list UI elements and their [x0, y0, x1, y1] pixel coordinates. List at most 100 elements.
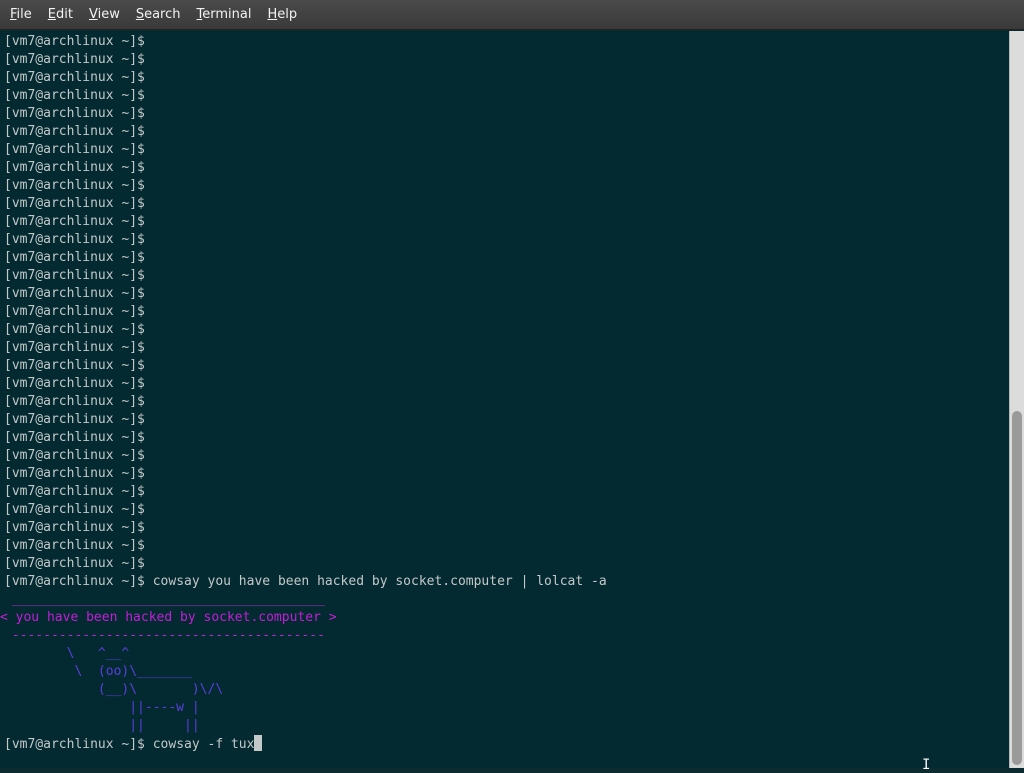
- mouse-ibeam-cursor-icon: I: [922, 757, 931, 773]
- shell-prompt: [vm7@archlinux ~]$: [4, 34, 145, 49]
- shell-prompt: [vm7@archlinux ~]$: [4, 142, 145, 157]
- menu-mnemonic: S: [135, 6, 145, 22]
- shell-prompt: [vm7@archlinux ~]$: [4, 214, 145, 229]
- terminal-line: [vm7@archlinux ~]$: [4, 285, 607, 303]
- shell-prompt: [vm7@archlinux ~]$: [4, 376, 145, 391]
- terminal-output: [vm7@archlinux ~]$ [vm7@archlinux ~]$ [vm7…: [0, 33, 607, 753]
- cow-ascii-art: || ||: [4, 718, 200, 733]
- terminal-line: [vm7@archlinux ~]$: [4, 123, 607, 141]
- menu-label: elp: [277, 6, 298, 22]
- menu-file[interactable]: File: [2, 0, 40, 30]
- menu-label: earch: [144, 6, 181, 22]
- shell-prompt: [vm7@archlinux ~]$: [4, 232, 145, 247]
- shell-prompt: [vm7@archlinux ~]$: [4, 340, 145, 355]
- scrollbar-thumb[interactable]: [1012, 411, 1022, 765]
- terminal-line: [vm7@archlinux ~]$: [4, 393, 607, 411]
- terminal-line: [vm7@archlinux ~]$: [4, 51, 607, 69]
- command-input-text: cowsay -f tux: [144, 737, 255, 752]
- menu-mnemonic: V: [88, 6, 98, 22]
- cow-ascii-art: ||----w |: [4, 700, 200, 715]
- shell-prompt: [vm7@archlinux ~]$: [4, 394, 145, 409]
- terminal-cursor: [254, 735, 263, 751]
- shell-prompt: [vm7@archlinux ~]$: [4, 737, 145, 752]
- cow-ascii-art: \ ^__^: [4, 646, 130, 661]
- shell-prompt: [vm7@archlinux ~]$: [4, 196, 145, 211]
- terminal-line: [vm7@archlinux ~]$: [4, 195, 607, 213]
- menu-help[interactable]: Help: [259, 0, 305, 30]
- terminal-view[interactable]: [vm7@archlinux ~]$ [vm7@archlinux ~]$ [vm7…: [0, 31, 1009, 768]
- terminal-line: [vm7@archlinux ~]$: [4, 555, 607, 573]
- shell-prompt: [vm7@archlinux ~]$: [4, 160, 145, 175]
- menu-label: iew: [97, 6, 120, 22]
- speech-bubble-border: ----------------------------------------: [4, 628, 325, 643]
- speech-bubble-border: ________________________________________: [4, 592, 325, 607]
- shell-prompt: [vm7@archlinux ~]$: [4, 178, 145, 193]
- terminal-line: [vm7@archlinux ~]$: [4, 69, 607, 87]
- shell-prompt: [vm7@archlinux ~]$: [4, 286, 145, 301]
- terminal-line: [vm7@archlinux ~]$: [4, 447, 607, 465]
- terminal-line: [vm7@archlinux ~]$: [4, 537, 607, 555]
- menu-search[interactable]: Search: [128, 0, 189, 30]
- terminal-line: [vm7@archlinux ~]$: [4, 267, 607, 285]
- shell-prompt: [vm7@archlinux ~]$: [4, 448, 145, 463]
- terminal-line: [vm7@archlinux ~]$: [4, 483, 607, 501]
- shell-prompt: [vm7@archlinux ~]$: [4, 574, 145, 589]
- terminal-line: [vm7@archlinux ~]$: [4, 375, 607, 393]
- cow-ascii-art: \ (oo)\_______: [4, 664, 192, 679]
- menu-bar: File Edit View Search Terminal Help: [0, 0, 1024, 30]
- terminal-line: [vm7@archlinux ~]$: [4, 357, 607, 375]
- shell-prompt: [vm7@archlinux ~]$: [4, 358, 145, 373]
- terminal-line: [vm7@archlinux ~]$: [4, 87, 607, 105]
- terminal-line: [vm7@archlinux ~]$: [4, 231, 607, 249]
- terminal-line: [vm7@archlinux ~]$: [4, 339, 607, 357]
- shell-prompt: [vm7@archlinux ~]$: [4, 430, 145, 445]
- shell-prompt: [vm7@archlinux ~]$: [4, 70, 145, 85]
- shell-prompt: [vm7@archlinux ~]$: [4, 250, 145, 265]
- shell-prompt: [vm7@archlinux ~]$: [4, 88, 145, 103]
- terminal-line: [vm7@archlinux ~]$: [4, 501, 607, 519]
- command-text: cowsay you have been hacked by socket.co…: [144, 574, 607, 589]
- shell-prompt: [vm7@archlinux ~]$: [4, 124, 145, 139]
- cowsay-top-border: ________________________________________: [4, 591, 607, 609]
- shell-prompt: [vm7@archlinux ~]$: [4, 484, 145, 499]
- menu-mnemonic: H: [267, 6, 278, 22]
- terminal-line: [vm7@archlinux ~]$: [4, 519, 607, 537]
- terminal-line: [vm7@archlinux ~]$: [4, 303, 607, 321]
- menu-label: erminal: [202, 6, 252, 22]
- terminal-line: [vm7@archlinux ~]$: [4, 33, 607, 51]
- cowsay-bottom-border: ----------------------------------------: [4, 627, 607, 645]
- terminal-input-line: [vm7@archlinux ~]$ cowsay -f tux: [4, 735, 607, 753]
- shell-prompt: [vm7@archlinux ~]$: [4, 52, 145, 67]
- shell-prompt: [vm7@archlinux ~]$: [4, 466, 145, 481]
- shell-prompt: [vm7@archlinux ~]$: [4, 520, 145, 535]
- cow-ascii-line: \ ^__^: [4, 645, 607, 663]
- menu-view[interactable]: View: [81, 0, 128, 30]
- shell-prompt: [vm7@archlinux ~]$: [4, 268, 145, 283]
- vertical-scrollbar[interactable]: [1009, 31, 1024, 768]
- shell-prompt: [vm7@archlinux ~]$: [4, 556, 145, 571]
- speech-bubble-message: < you have been hacked by socket.compute…: [0, 610, 337, 625]
- cowsay-message-line: < you have been hacked by socket.compute…: [0, 609, 607, 627]
- terminal-line: [vm7@archlinux ~]$: [4, 141, 607, 159]
- menu-label: ile: [16, 6, 32, 22]
- shell-prompt: [vm7@archlinux ~]$: [4, 322, 145, 337]
- cow-ascii-line: ||----w |: [4, 699, 607, 717]
- cow-ascii-line: || ||: [4, 717, 607, 735]
- menu-label: dit: [56, 6, 73, 22]
- terminal-line: [vm7@archlinux ~]$: [4, 159, 607, 177]
- cow-ascii-line: (__)\ )\/\: [4, 681, 607, 699]
- terminal-line: [vm7@archlinux ~]$: [4, 321, 607, 339]
- terminal-line: [vm7@archlinux ~]$: [4, 105, 607, 123]
- terminal-line: [vm7@archlinux ~]$: [4, 177, 607, 195]
- shell-prompt: [vm7@archlinux ~]$: [4, 106, 145, 121]
- shell-prompt: [vm7@archlinux ~]$: [4, 304, 145, 319]
- menu-mnemonic: E: [47, 6, 56, 22]
- cow-ascii-art: (__)\ )\/\: [4, 682, 224, 697]
- terminal-line: [vm7@archlinux ~]$: [4, 411, 607, 429]
- shell-prompt: [vm7@archlinux ~]$: [4, 502, 145, 517]
- shell-prompt: [vm7@archlinux ~]$: [4, 538, 145, 553]
- menu-edit[interactable]: Edit: [40, 0, 81, 30]
- terminal-line: [vm7@archlinux ~]$: [4, 249, 607, 267]
- shell-prompt: [vm7@archlinux ~]$: [4, 412, 145, 427]
- menu-terminal[interactable]: Terminal: [189, 0, 260, 30]
